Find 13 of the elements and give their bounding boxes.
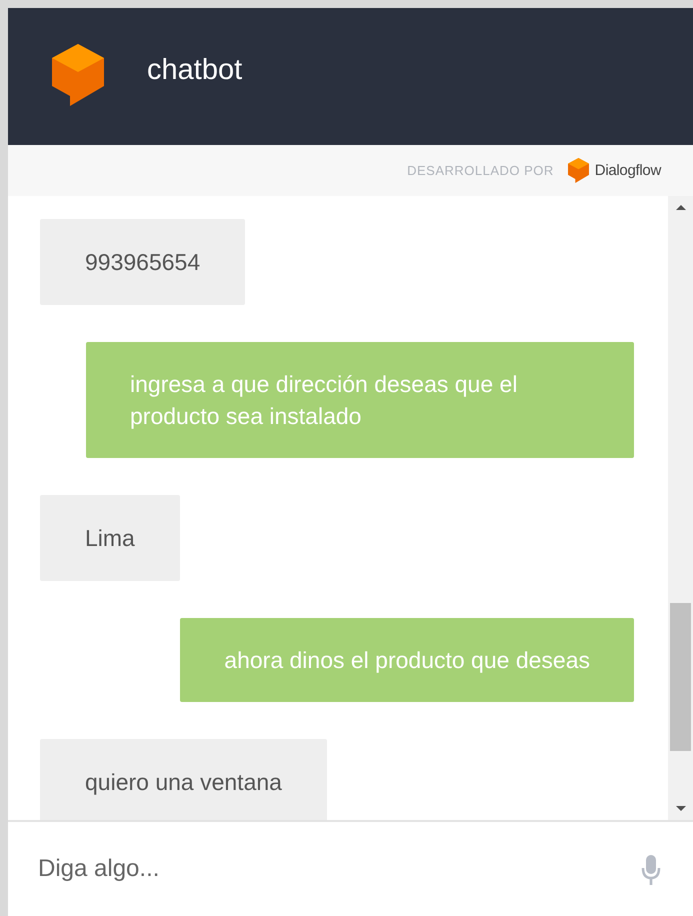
brand-name: Dialogflow bbox=[594, 162, 661, 179]
user-message: quiero una ventana bbox=[40, 739, 327, 820]
microphone-icon[interactable] bbox=[641, 855, 661, 885]
bot-message: ingresa a que dirección deseas que el producto sea instalado bbox=[86, 342, 634, 458]
scrollbar[interactable] bbox=[668, 196, 693, 820]
bot-message: ahora dinos el producto que deseas bbox=[180, 618, 634, 702]
chat-title: chatbot bbox=[147, 54, 242, 87]
cube-chat-icon bbox=[568, 158, 589, 183]
cube-chat-icon bbox=[52, 44, 104, 106]
user-message: Lima bbox=[40, 495, 180, 581]
powered-by-label: DESARROLLADO POR bbox=[407, 163, 554, 178]
user-message: 993965654 bbox=[40, 219, 246, 305]
message-input-field[interactable]: Diga algo... bbox=[8, 822, 693, 916]
